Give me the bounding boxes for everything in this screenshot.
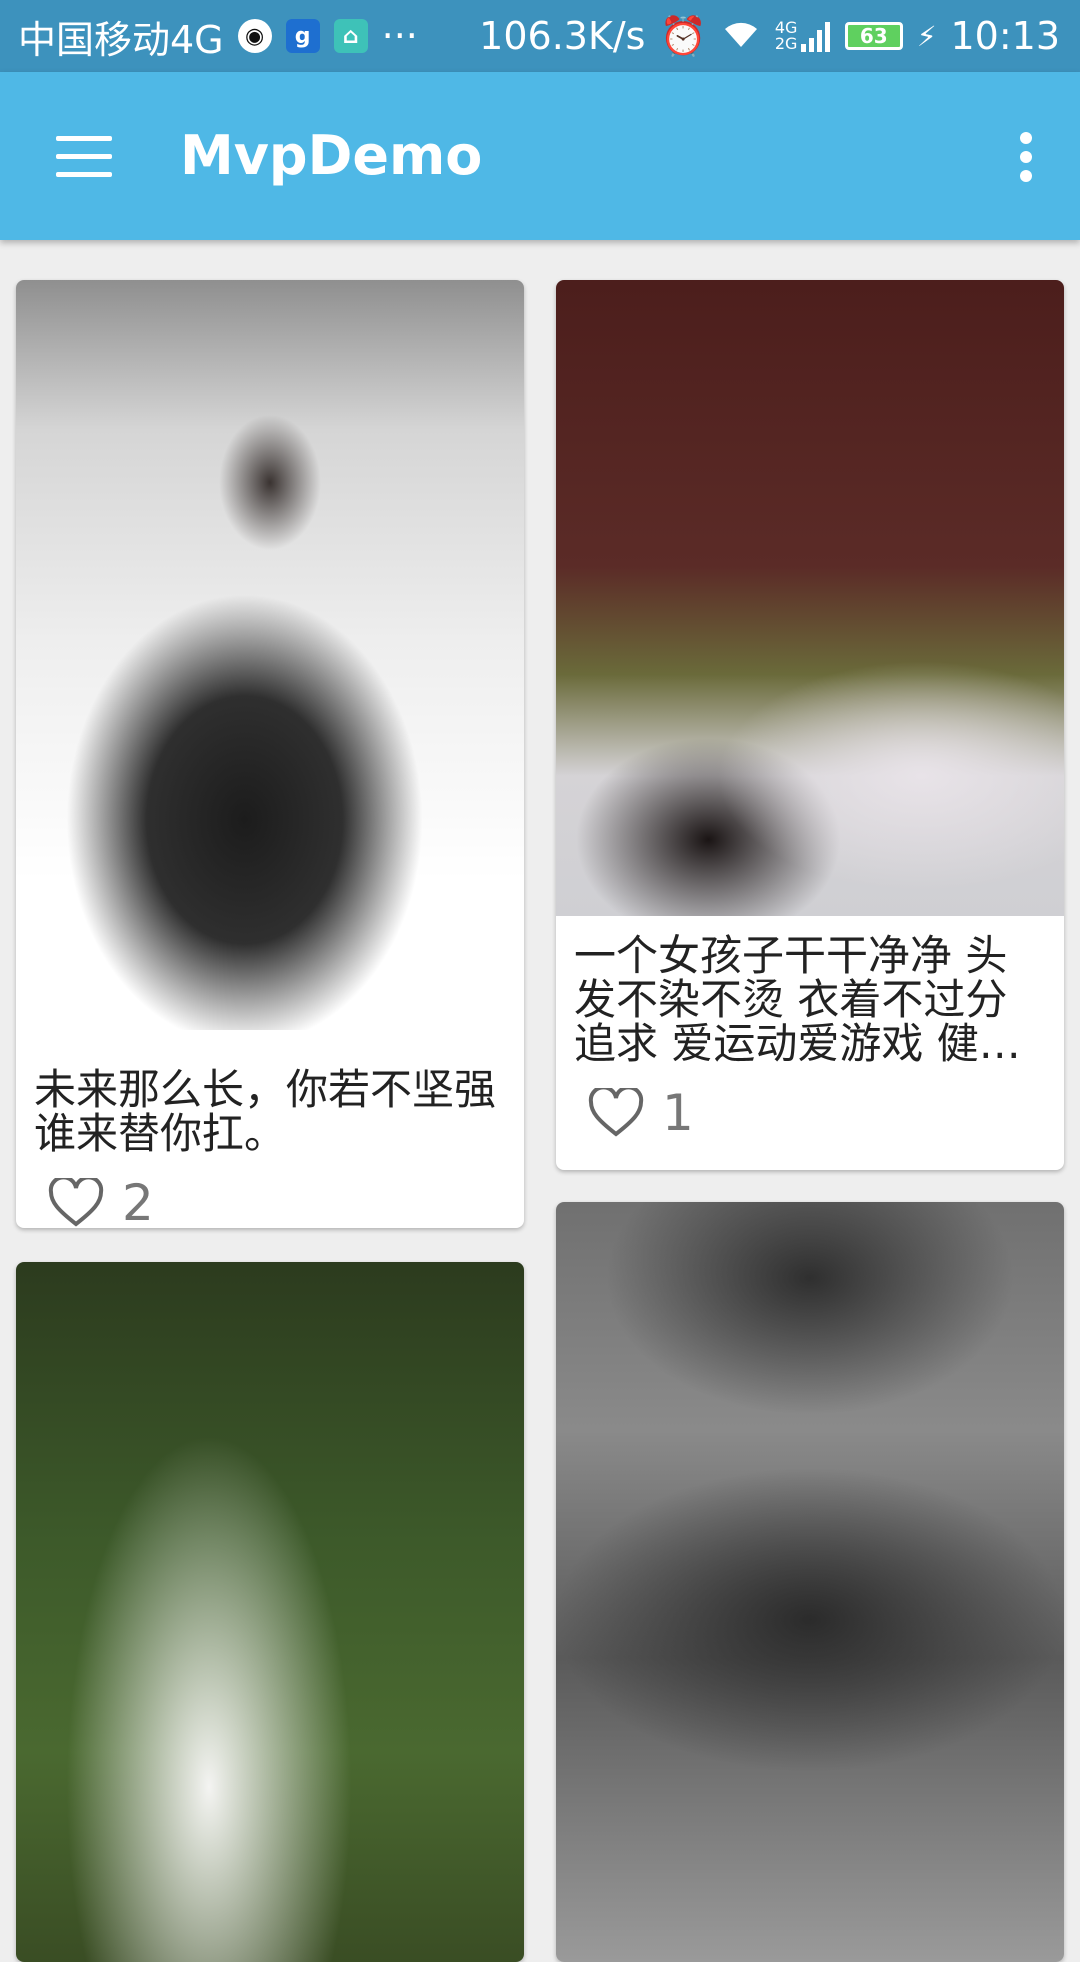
more-notifications-icon: ··· [381, 14, 418, 58]
battery-icon: 63 [844, 22, 903, 50]
signal-icon: 4G 2G [775, 20, 831, 52]
network-speed: 106.3K/s [479, 14, 646, 58]
clock: 10:13 [950, 14, 1060, 58]
android-icon: ⌂ [333, 19, 368, 53]
feed-card[interactable] [556, 1202, 1064, 1962]
wifi-icon [721, 14, 761, 58]
heart-icon[interactable] [48, 1178, 104, 1228]
app-bar: MvpDemo [0, 72, 1080, 240]
carrier-label: 中国移动4G [18, 17, 224, 62]
overflow-menu-icon[interactable] [1016, 132, 1036, 182]
alarm-icon: ⏰ [659, 13, 707, 58]
heart-icon[interactable] [588, 1088, 644, 1138]
feed-card[interactable] [16, 1262, 524, 1962]
card-caption: 未来那么长，你若不坚强谁来替你扛。 [34, 1065, 497, 1158]
like-row[interactable]: 2 [48, 1174, 524, 1228]
lips-image[interactable] [556, 1202, 1064, 1962]
google-icon: g [285, 19, 320, 53]
like-row[interactable]: 1 [588, 1084, 1064, 1142]
forest-woman-image[interactable] [16, 1262, 524, 1962]
charging-icon: ⚡ [916, 19, 937, 53]
like-count: 2 [122, 1174, 154, 1228]
menu-icon[interactable] [56, 136, 112, 177]
card-caption: 一个女孩子干干净净 头发不染不烫 衣着不过分追求 爱运动爱游戏 健… [574, 934, 1021, 1066]
app-title: MvpDemo [180, 124, 483, 187]
woman-flower-image[interactable] [556, 280, 1064, 916]
sketch-dress-image[interactable] [16, 280, 524, 1030]
like-count: 1 [662, 1084, 694, 1142]
status-bar: 中国移动4G ◉ g ⌂ ··· 106.3K/s ⏰ 4G 2G 63 ⚡ 1… [0, 0, 1080, 72]
feed-card[interactable]: 一个女孩子干干净净 头发不染不烫 衣着不过分追求 爱运动爱游戏 健… 1 [556, 280, 1064, 1170]
qq-icon: ◉ [237, 19, 272, 53]
feed-card[interactable]: 未来那么长，你若不坚强谁来替你扛。 2 [16, 280, 524, 1228]
